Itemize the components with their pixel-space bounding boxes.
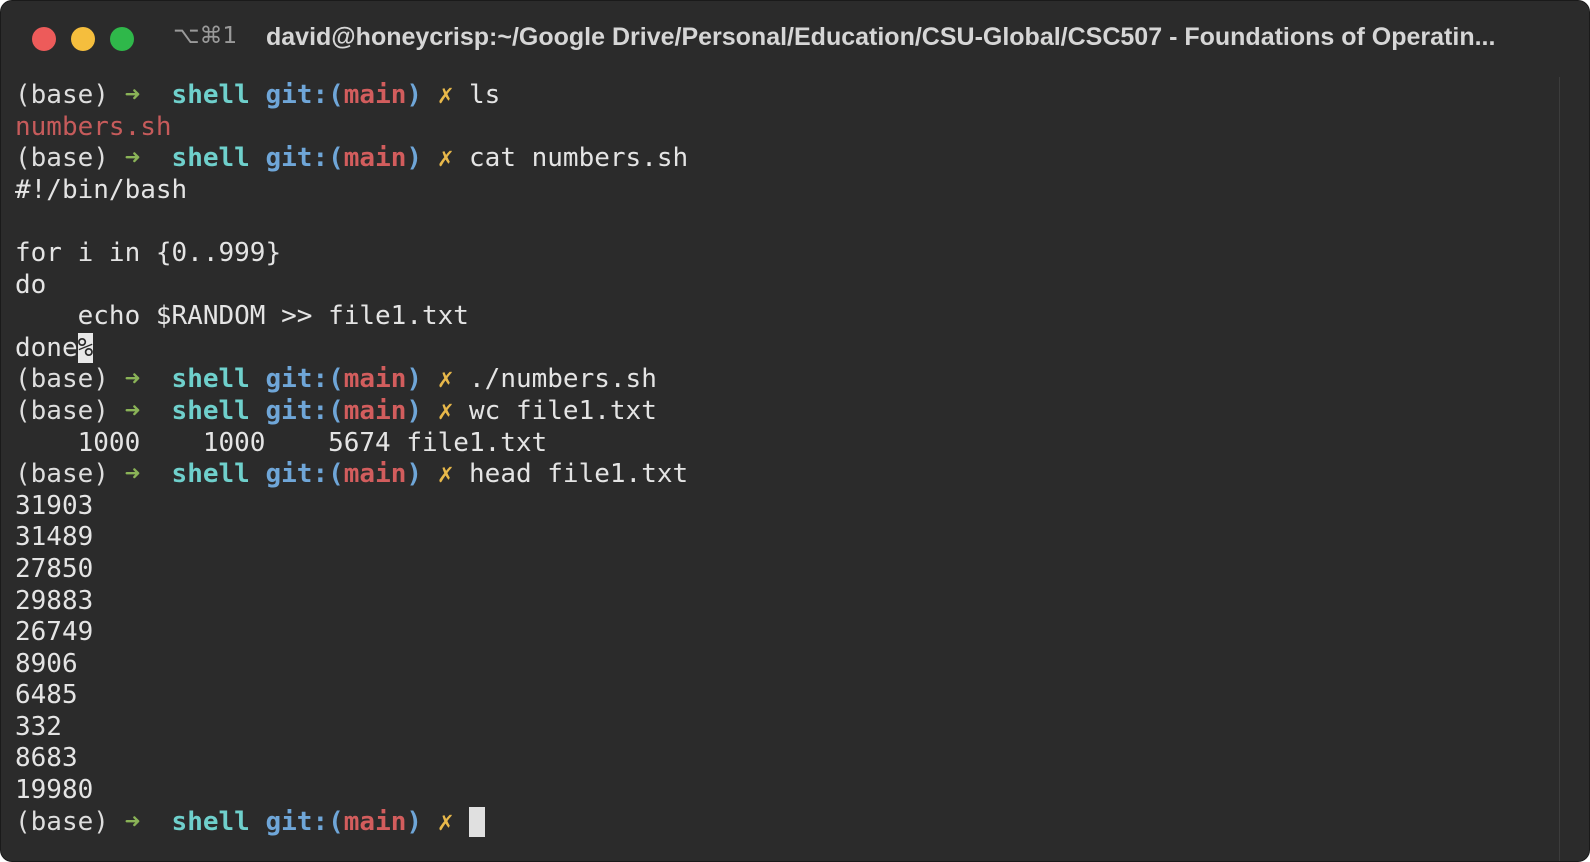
output-line: done% (15, 332, 1525, 365)
git-suffix: ) (406, 395, 423, 426)
output-line: for i in {0..999} (15, 237, 282, 268)
git-suffix: ) (406, 364, 423, 395)
terminal-content[interactable]: (base) ➜ shell git:(main) ✗ ls numbers.s… (15, 80, 1525, 838)
conda-env: (base) (15, 395, 109, 426)
current-directory: shell (171, 806, 250, 837)
window-title: david@honeycrisp:~/Google Drive/Personal… (266, 23, 1496, 51)
output-line: 1000 1000 5674 file1.txt (15, 427, 548, 458)
git-dirty-icon: ✗ (437, 395, 454, 426)
git-suffix: ) (406, 459, 423, 490)
current-directory: shell (171, 80, 250, 110)
maximize-window-button[interactable] (110, 27, 134, 51)
output-line: numbers.sh (15, 111, 172, 142)
output-line: 19980 (15, 775, 94, 806)
git-branch: main (343, 364, 407, 395)
command-text: head file1.txt (469, 459, 689, 490)
git-branch: main (343, 806, 407, 837)
command-text: ls (469, 80, 501, 110)
tab-shortcut-label: ⌥⌘1 (173, 23, 238, 49)
output-line: 26749 (15, 617, 94, 648)
git-prefix: git:( (265, 459, 344, 490)
git-branch: main (343, 143, 407, 174)
prompt-line: (base) ➜ shell git:(main) ✗ head file1.t… (15, 459, 1525, 491)
prompt-line: (base) ➜ shell git:(main) ✗ cat numbers.… (15, 143, 1525, 175)
prompt-arrow-icon: ➜ (124, 806, 141, 837)
git-suffix: ) (406, 806, 423, 837)
git-prefix: git:( (265, 143, 344, 174)
output-line: 332 (15, 711, 62, 742)
git-suffix: ) (406, 80, 423, 110)
text-cursor[interactable] (469, 807, 486, 838)
output-line: #!/bin/bash (15, 174, 188, 205)
current-directory: shell (171, 459, 250, 490)
title-bar[interactable]: ⌥⌘1 david@honeycrisp:~/Google Drive/Pers… (1, 1, 1589, 76)
git-prefix: git:( (265, 80, 344, 110)
git-prefix: git:( (265, 364, 344, 395)
current-directory: shell (171, 395, 250, 426)
command-text: ./numbers.sh (469, 364, 657, 395)
conda-env: (base) (15, 143, 109, 174)
prompt-arrow-icon: ➜ (124, 80, 141, 110)
output-line: 8906 (15, 648, 78, 679)
git-branch: main (343, 395, 407, 426)
output-line: 31903 (15, 490, 94, 521)
git-dirty-icon: ✗ (437, 806, 454, 837)
conda-env: (base) (15, 364, 109, 395)
prompt-arrow-icon: ➜ (124, 143, 141, 174)
command-text: cat numbers.sh (469, 143, 689, 174)
close-window-button[interactable] (32, 27, 56, 51)
prompt-arrow-icon: ➜ (124, 459, 141, 490)
prompt-line: (base) ➜ shell git:(main) ✗ ls (15, 80, 1525, 112)
git-prefix: git:( (265, 806, 344, 837)
current-directory: shell (171, 364, 250, 395)
prompt-arrow-icon: ➜ (124, 395, 141, 426)
output-line: 8683 (15, 743, 78, 774)
output-line: 29883 (15, 585, 94, 616)
minimize-window-button[interactable] (71, 27, 95, 51)
output-line: do (15, 269, 47, 300)
conda-env: (base) (15, 806, 109, 837)
active-prompt-line[interactable]: (base) ➜ shell git:(main) ✗ (15, 807, 1525, 839)
git-branch: main (343, 80, 407, 110)
output-text: done (15, 332, 78, 363)
conda-env: (base) (15, 80, 109, 110)
git-suffix: ) (406, 143, 423, 174)
git-dirty-icon: ✗ (437, 364, 454, 395)
git-branch: main (343, 459, 407, 490)
git-dirty-icon: ✗ (437, 459, 454, 490)
conda-env: (base) (15, 459, 109, 490)
scrollbar[interactable] (1559, 77, 1589, 861)
current-directory: shell (171, 143, 250, 174)
git-prefix: git:( (265, 395, 344, 426)
no-newline-marker: % (77, 332, 94, 363)
output-line: echo $RANDOM >> file1.txt (15, 301, 469, 332)
output-line: 31489 (15, 522, 94, 553)
prompt-line: (base) ➜ shell git:(main) ✗ ./numbers.sh (15, 364, 1525, 396)
terminal-window: ⌥⌘1 david@honeycrisp:~/Google Drive/Pers… (0, 0, 1590, 862)
command-text: wc file1.txt (469, 395, 657, 426)
prompt-line: (base) ➜ shell git:(main) ✗ wc file1.txt (15, 396, 1525, 428)
output-line: 27850 (15, 553, 94, 584)
git-dirty-icon: ✗ (437, 143, 454, 174)
git-dirty-icon: ✗ (437, 80, 454, 110)
prompt-arrow-icon: ➜ (124, 364, 141, 395)
output-line: 6485 (15, 680, 78, 711)
